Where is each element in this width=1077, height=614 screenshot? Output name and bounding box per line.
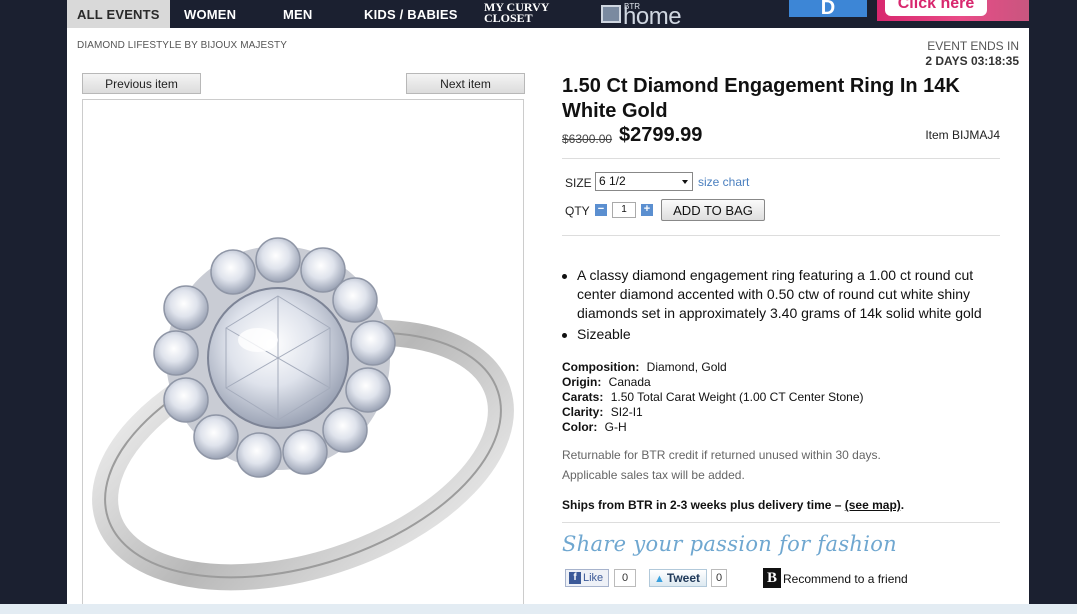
qty-plus-button[interactable]: +: [641, 204, 653, 216]
description-text: A classy diamond engagement ring featuri…: [577, 267, 982, 321]
recommend-icon[interactable]: B: [763, 568, 781, 588]
description-text: Sizeable: [577, 326, 631, 342]
size-chart-link[interactable]: size chart: [698, 175, 749, 189]
shipping-text-end: .: [900, 498, 905, 512]
twitter-bird-icon: ▲: [654, 573, 665, 585]
spec-label: Origin:: [562, 375, 602, 389]
spec-label: Clarity:: [562, 405, 604, 419]
spec-carats: Carats: 1.50 Total Carat Weight (1.00 CT…: [562, 390, 864, 405]
spec-list: Composition: Diamond, Gold Origin: Canad…: [562, 360, 864, 435]
chevron-down-icon: [682, 180, 688, 184]
divider: [562, 522, 1000, 523]
next-item-button[interactable]: Next item: [406, 73, 525, 94]
page-bottom-strip: [0, 604, 1077, 614]
shipping-info: Ships from BTR in 2-3 weeks plus deliver…: [562, 498, 904, 512]
home-logo-word: home: [623, 3, 682, 30]
recommend-to-friend-link[interactable]: Recommend to a friend: [783, 572, 908, 586]
facebook-like-button[interactable]: f Like: [565, 569, 609, 587]
qty-input[interactable]: 1: [612, 202, 636, 218]
bullet-icon: [562, 274, 567, 279]
previous-item-button[interactable]: Previous item: [82, 73, 201, 94]
curvy-logo-line2: CLOSET: [484, 11, 533, 25]
spec-composition: Composition: Diamond, Gold: [562, 360, 864, 375]
size-select-value: 6 1/2: [599, 174, 626, 188]
description-item: A classy diamond engagement ring featuri…: [562, 266, 1012, 323]
product-title: 1.50 Ct Diamond Engagement Ring In 14K W…: [562, 75, 960, 122]
qty-label: QTY: [565, 204, 590, 218]
see-map-link[interactable]: (see map): [845, 498, 901, 512]
nav-kids-babies[interactable]: KIDS / BABIES: [364, 0, 458, 28]
spec-value: 1.50 Total Carat Weight (1.00 CT Center …: [610, 390, 864, 404]
product-page: DIAMOND LIFESTYLE BY BIJOUX MAJESTY EVEN…: [67, 28, 1029, 614]
qty-minus-button[interactable]: −: [595, 204, 607, 216]
nav-women[interactable]: WOMEN: [184, 0, 236, 28]
bullet-icon: [562, 333, 567, 338]
divider: [562, 235, 1000, 236]
sales-tax-note: Applicable sales tax will be added.: [562, 468, 745, 482]
nav-btr-home-logo[interactable]: BTR home: [601, 2, 691, 30]
description-item: Sizeable: [562, 325, 1012, 344]
top-navigation: ALL EVENTS WOMEN MEN KIDS / BABIES MY CU…: [67, 0, 1029, 30]
divider: [562, 158, 1000, 159]
spec-color: Color: G-H: [562, 420, 864, 435]
nav-my-curvy-closet-logo[interactable]: MY CURVY CLOSET: [484, 1, 549, 25]
tweet-label: Tweet: [666, 571, 701, 585]
size-select[interactable]: 6 1/2: [595, 172, 693, 191]
spec-value: Canada: [608, 375, 651, 389]
item-code: Item BIJMAJ4: [925, 128, 1000, 142]
facebook-like-label: Like: [583, 572, 604, 584]
spec-label: Carats:: [562, 390, 604, 404]
home-logo-icon: [601, 5, 621, 23]
original-price: $6300.00: [562, 132, 613, 146]
spec-value: G-H: [604, 420, 627, 434]
facebook-icon: f: [569, 572, 581, 584]
nav-men[interactable]: MEN: [283, 0, 313, 28]
product-image[interactable]: [82, 99, 524, 614]
ring-illustration: [92, 237, 514, 591]
tweet-button[interactable]: ▲ Tweet: [649, 569, 707, 587]
spec-origin: Origin: Canada: [562, 375, 864, 390]
size-label: SIZE: [565, 176, 592, 190]
banner-ad-pink[interactable]: Click here: [877, 0, 1029, 21]
brand-breadcrumb[interactable]: DIAMOND LIFESTYLE BY BIJOUX MAJESTY: [77, 40, 287, 51]
spec-clarity: Clarity: SI2-I1: [562, 405, 864, 420]
facebook-like-count: 0: [614, 569, 636, 587]
sale-price: $2799.99: [619, 124, 703, 146]
shipping-text: Ships from BTR in 2-3 weeks plus deliver…: [562, 498, 845, 512]
spec-label: Color:: [562, 420, 598, 434]
share-heading: Share your passion for fashion: [562, 532, 898, 556]
spec-value: SI2-I1: [610, 405, 643, 419]
event-countdown: 2 DAYS 03:18:35: [925, 54, 1019, 68]
banner-ad-blue[interactable]: D: [789, 0, 867, 17]
ad-click-here-button[interactable]: Click here: [885, 0, 987, 16]
description-list: A classy diamond engagement ring featuri…: [562, 266, 1012, 346]
spec-value: Diamond, Gold: [646, 360, 727, 374]
return-policy-note: Returnable for BTR credit if returned un…: [562, 448, 881, 462]
event-ends-label: EVENT ENDS IN: [927, 39, 1019, 53]
nav-all-events[interactable]: ALL EVENTS: [67, 0, 170, 28]
spec-label: Composition:: [562, 360, 640, 374]
add-to-bag-button[interactable]: ADD TO BAG: [661, 199, 765, 221]
tweet-count: 0: [711, 569, 727, 587]
